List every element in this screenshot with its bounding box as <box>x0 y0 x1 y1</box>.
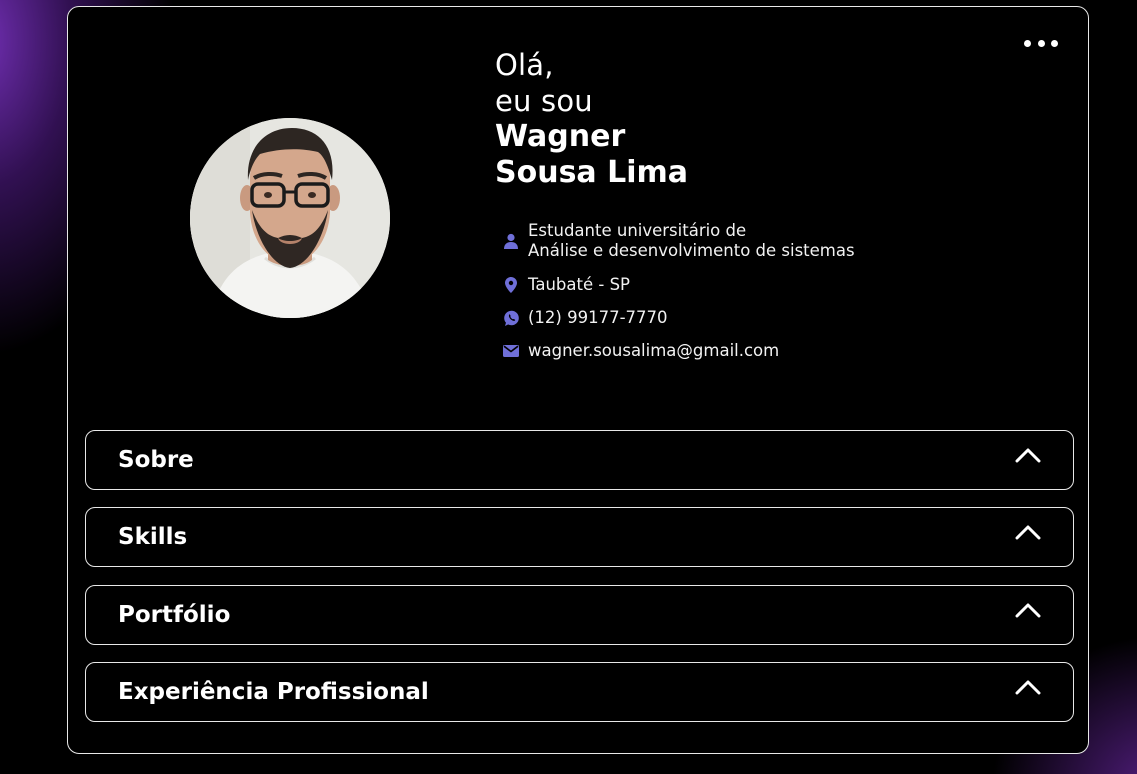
accordion-label: Experiência Profissional <box>118 679 429 705</box>
accordion-skills[interactable]: Skills <box>85 507 1074 567</box>
greeting-heading: Olá, eu sou Wagner Sousa Lima <box>495 47 688 191</box>
phone-row: (12) 99177-7770 <box>501 308 855 328</box>
chevron-up-icon <box>1015 680 1041 695</box>
dot <box>1024 39 1031 47</box>
greeting-line-1: Olá, <box>495 48 554 82</box>
chevron-up-icon <box>1015 603 1041 618</box>
location-text: Taubaté - SP <box>528 275 630 294</box>
contact-info: Estudante universitário de Análise e des… <box>501 221 855 374</box>
accordion-sobre[interactable]: Sobre <box>85 430 1074 490</box>
phone-text: (12) 99177-7770 <box>528 308 668 327</box>
email-text: wagner.sousalima@gmail.com <box>528 341 780 360</box>
more-options-button[interactable] <box>1024 37 1058 49</box>
accordion-label: Sobre <box>118 447 194 473</box>
role-line-1: Estudante universitário de <box>528 221 747 240</box>
role-row: Estudante universitário de Análise e des… <box>501 221 855 261</box>
accordion-label: Skills <box>118 524 188 550</box>
avatar <box>190 118 390 318</box>
user-icon <box>501 233 521 249</box>
avatar-photo <box>190 118 390 318</box>
location-pin-icon <box>501 277 521 293</box>
mail-icon <box>501 345 521 357</box>
dot <box>1051 39 1058 47</box>
email-row: wagner.sousalima@gmail.com <box>501 341 855 361</box>
accordion-experiencia[interactable]: Experiência Profissional <box>85 662 1074 722</box>
dot <box>1037 39 1045 47</box>
accordion-label: Portfólio <box>118 602 231 628</box>
name-line-1: Wagner <box>495 119 626 154</box>
accordion-portfolio[interactable]: Portfólio <box>85 585 1074 645</box>
whatsapp-icon <box>501 310 521 327</box>
role-line-2: Análise e desenvolvimento de sistemas <box>528 241 855 260</box>
greeting-line-2: eu sou <box>495 84 593 118</box>
chevron-up-icon <box>1015 448 1041 463</box>
chevron-up-icon <box>1015 525 1041 540</box>
profile-card: Olá, eu sou Wagner Sousa Lima Estudante … <box>67 6 1089 754</box>
location-row: Taubaté - SP <box>501 275 855 295</box>
name-line-2: Sousa Lima <box>495 155 689 190</box>
